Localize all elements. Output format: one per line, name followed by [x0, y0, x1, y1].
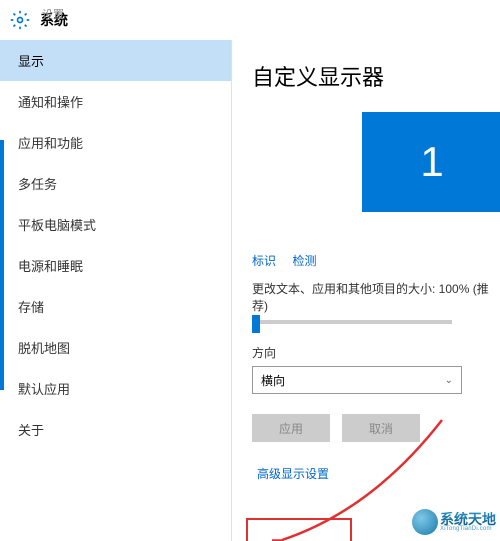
main-content: 自定义显示器 1 标识 检测 更改文本、应用和其他项目的大小: 100% (推荐…: [232, 40, 500, 541]
watermark-logo-icon: [412, 509, 438, 535]
sidebar-item-maps[interactable]: 脱机地图: [0, 327, 231, 368]
slider-thumb[interactable]: [252, 315, 260, 333]
decorative-edge: [0, 140, 4, 390]
sidebar-item-power[interactable]: 电源和睡眠: [0, 245, 231, 286]
gear-icon: [10, 10, 30, 30]
sidebar-item-display[interactable]: 显示: [0, 40, 231, 81]
monitor-number: 1: [420, 138, 443, 186]
sidebar-item-multitask[interactable]: 多任务: [0, 163, 231, 204]
orientation-value: 横向: [261, 372, 285, 389]
main-title: 自定义显示器: [252, 60, 500, 92]
header: 系统: [0, 0, 500, 40]
scale-label: 更改文本、应用和其他项目的大小: 100% (推荐): [252, 280, 500, 314]
watermark: 系统天地 XiTongTianDi.com: [412, 509, 496, 535]
sidebar-item-apps[interactable]: 应用和功能: [0, 122, 231, 163]
identify-link[interactable]: 标识: [252, 254, 276, 268]
monitor-actions: 标识 检测: [252, 252, 500, 270]
cancel-button[interactable]: 取消: [342, 414, 420, 442]
sidebar-item-about[interactable]: 关于: [0, 409, 231, 450]
advanced-display-link[interactable]: 高级显示设置: [252, 462, 334, 485]
watermark-en: XiTongTianDi.com: [440, 526, 496, 532]
scale-slider[interactable]: [252, 320, 452, 324]
chevron-down-icon: ⌄: [445, 375, 453, 386]
sidebar-item-storage[interactable]: 存储: [0, 286, 231, 327]
sidebar-item-default-apps[interactable]: 默认应用: [0, 368, 231, 409]
detect-link[interactable]: 检测: [292, 254, 316, 268]
apply-button[interactable]: 应用: [252, 414, 330, 442]
orientation-label: 方向: [252, 344, 500, 361]
sidebar-item-notifications[interactable]: 通知和操作: [0, 81, 231, 122]
highlight-box: [246, 518, 352, 541]
monitor-preview[interactable]: 1: [362, 112, 500, 212]
watermark-cn: 系统天地: [440, 512, 496, 526]
sidebar-item-tablet[interactable]: 平板电脑模式: [0, 204, 231, 245]
sidebar: 显示 通知和操作 应用和功能 多任务 平板电脑模式 电源和睡眠 存储 脱机地图 …: [0, 40, 232, 541]
back-label: 设置: [42, 6, 64, 22]
orientation-select[interactable]: 横向 ⌄: [252, 366, 462, 394]
